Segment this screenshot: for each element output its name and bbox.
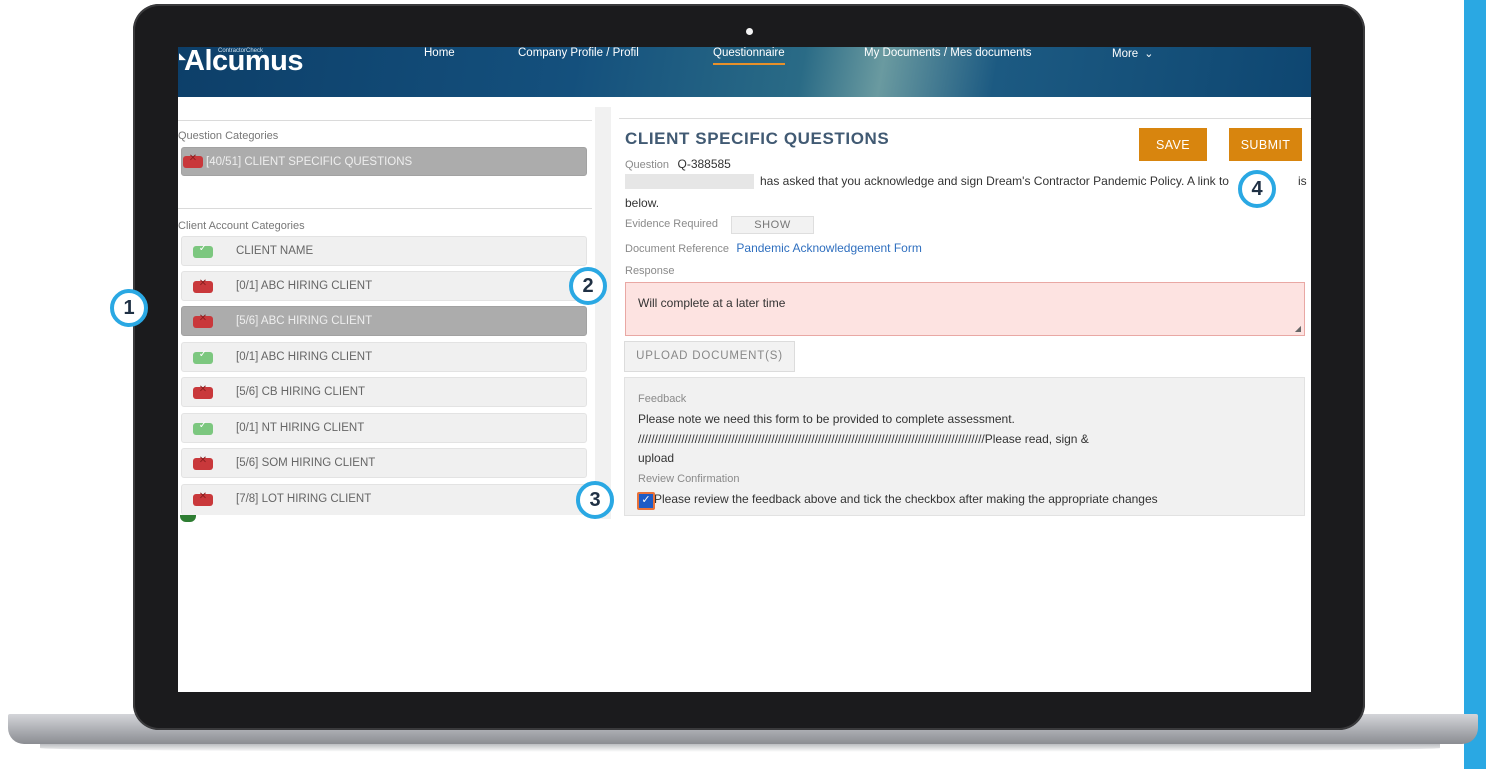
app-screen: ◣ ContractorCheck Alcumus Home Company P… (178, 47, 1311, 692)
top-navigation-bar: ◣ ContractorCheck Alcumus Home Company P… (178, 47, 1311, 97)
client-account-item[interactable]: ✓ [0/1] NT HIRING CLIENT (181, 413, 587, 443)
question-category-item[interactable]: ✕ [40/51] CLIENT SPECIFIC QUESTIONS (181, 147, 587, 176)
client-account-item[interactable]: ✕ [7/8] LOT HIRING CLIENT (181, 484, 587, 515)
incomplete-status-icon: ✕ (193, 313, 213, 328)
page-title: CLIENT SPECIFIC QUESTIONS (625, 129, 890, 148)
callout-1: 1 (110, 289, 148, 327)
nav-more-label: More (1112, 48, 1139, 60)
client-account-label: CLIENT NAME (236, 245, 314, 257)
left-panel-divider (178, 120, 592, 121)
document-reference-label: Document Reference (625, 243, 729, 255)
response-textarea[interactable]: Will complete at a later time ◢ (625, 282, 1305, 336)
client-account-label: [5/6] SOM HIRING CLIENT (236, 457, 376, 469)
document-reference-link[interactable]: Pandemic Acknowledgement Form (736, 241, 921, 255)
client-account-label: [0/1] ABC HIRING CLIENT (236, 351, 373, 363)
nav-my-documents[interactable]: My Documents / Mes documents (864, 47, 1031, 59)
evidence-required-label: Evidence Required (625, 218, 718, 230)
alcumus-logo: Alcumus (184, 47, 303, 77)
response-label: Response (625, 265, 675, 277)
scroll-indicator-icon (180, 515, 196, 522)
client-account-item[interactable]: ✕ [5/6] CB HIRING CLIENT (181, 377, 587, 407)
callout-4: 4 (1238, 170, 1276, 208)
check-icon: ✓ (193, 243, 213, 258)
question-label: Question (625, 159, 670, 171)
client-account-label: [0/1] NT HIRING CLIENT (236, 422, 365, 434)
client-account-item[interactable]: ✕ [0/1] ABC HIRING CLIENT (181, 271, 587, 301)
redacted-client-name (625, 174, 754, 189)
chevron-down-icon: ⌄ (1144, 48, 1154, 60)
save-button[interactable]: SAVE (1139, 128, 1207, 161)
right-panel-divider (619, 118, 1311, 119)
decorative-blue-strip (1464, 0, 1486, 769)
incomplete-status-icon: ✕ (193, 455, 213, 470)
review-confirmation-text: Please review the feedback above and tic… (654, 492, 1158, 506)
incomplete-status-icon: ✕ (183, 153, 203, 168)
feedback-text-line3: upload (638, 451, 675, 465)
show-evidence-button[interactable]: SHOW (731, 216, 814, 234)
nav-questionnaire[interactable]: Questionnaire (713, 47, 785, 65)
callout-2: 2 (569, 267, 607, 305)
question-text: has asked that you acknowledge and sign … (760, 174, 1229, 188)
client-account-item[interactable]: ✓ CLIENT NAME (181, 236, 587, 266)
panel-splitter[interactable] (595, 107, 611, 519)
client-account-label: [0/1] ABC HIRING CLIENT (236, 280, 373, 292)
submit-button[interactable]: SUBMIT (1229, 128, 1302, 161)
feedback-text-line2: ////////////////////////////////////////… (638, 432, 1089, 446)
callout-3: 3 (576, 481, 614, 519)
question-text-continued: below. (625, 196, 660, 210)
review-confirmation-label: Review Confirmation (638, 473, 740, 485)
client-account-categories-heading: Client Account Categories (178, 220, 305, 232)
document-reference-row: Document Reference Pandemic Acknowledgem… (625, 239, 922, 257)
question-category-label: [40/51] CLIENT SPECIFIC QUESTIONS (206, 156, 413, 168)
client-account-label: [5/6] ABC HIRING CLIENT (236, 315, 373, 327)
upload-documents-button[interactable]: UPLOAD DOCUMENT(S) (624, 341, 795, 372)
nav-company-profile[interactable]: Company Profile / Profil (518, 47, 639, 59)
client-account-item[interactable]: ✕ [5/6] SOM HIRING CLIENT (181, 448, 587, 478)
laptop-shadow (40, 744, 1440, 752)
nav-home[interactable]: Home (424, 47, 455, 59)
camera-icon (746, 28, 753, 35)
client-account-item-selected[interactable]: ✕ [5/6] ABC HIRING CLIENT (181, 306, 587, 336)
question-id: Q-388585 (677, 157, 731, 171)
check-icon: ✓ (193, 420, 213, 435)
client-account-label: [7/8] LOT HIRING CLIENT (236, 493, 372, 505)
question-categories-heading: Question Categories (178, 130, 279, 142)
feedback-text-line1: Please note we need this form to be prov… (638, 412, 1015, 426)
feedback-panel: Feedback Please note we need this form t… (624, 377, 1305, 516)
incomplete-status-icon: ✕ (193, 491, 213, 506)
feedback-label: Feedback (638, 393, 687, 405)
check-icon: ✓ (193, 349, 213, 364)
response-value: Will complete at a later time (638, 296, 786, 310)
client-account-label: [5/6] CB HIRING CLIENT (236, 386, 366, 398)
incomplete-status-icon: ✕ (193, 278, 213, 293)
resize-handle-icon[interactable]: ◢ (1295, 324, 1301, 333)
question-id-row: Question Q-388585 (625, 155, 731, 173)
left-panel-divider (178, 208, 592, 209)
question-text-end: is (1298, 174, 1307, 188)
incomplete-status-icon: ✕ (193, 384, 213, 399)
nav-more[interactable]: More ⌄ (1112, 47, 1153, 60)
review-confirmation-checkbox[interactable]: ✓ (637, 492, 655, 510)
client-account-item[interactable]: ✓ [0/1] ABC HIRING CLIENT (181, 342, 587, 372)
